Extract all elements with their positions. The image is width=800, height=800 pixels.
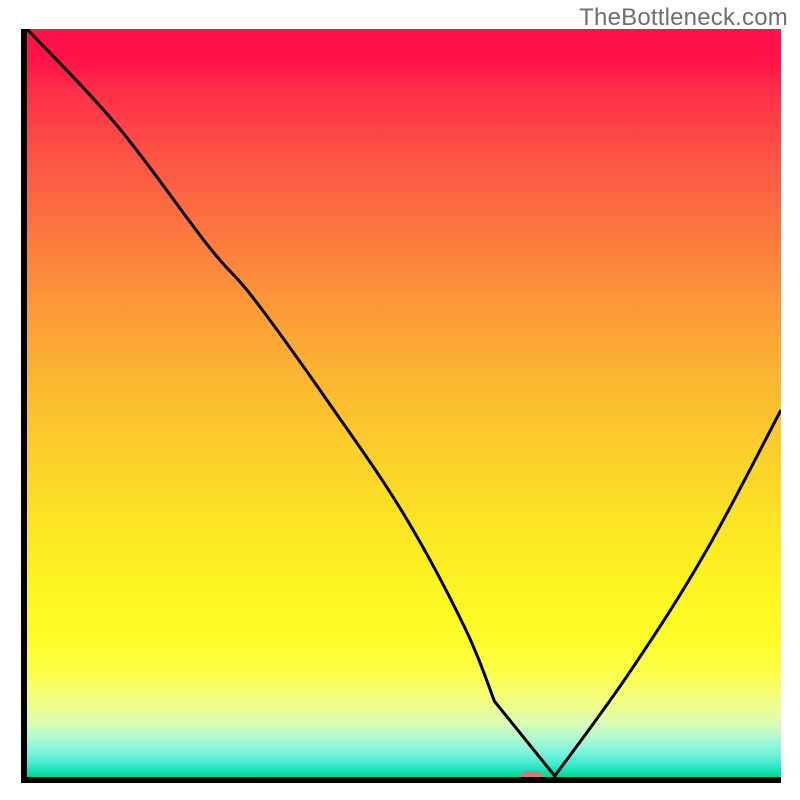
chart-stage: TheBottleneck.com bbox=[0, 0, 800, 800]
plot-area bbox=[21, 29, 781, 783]
optimal-marker bbox=[521, 771, 543, 782]
watermark-text: TheBottleneck.com bbox=[579, 4, 788, 32]
curve-path bbox=[27, 29, 781, 776]
bottleneck-curve bbox=[27, 29, 781, 777]
